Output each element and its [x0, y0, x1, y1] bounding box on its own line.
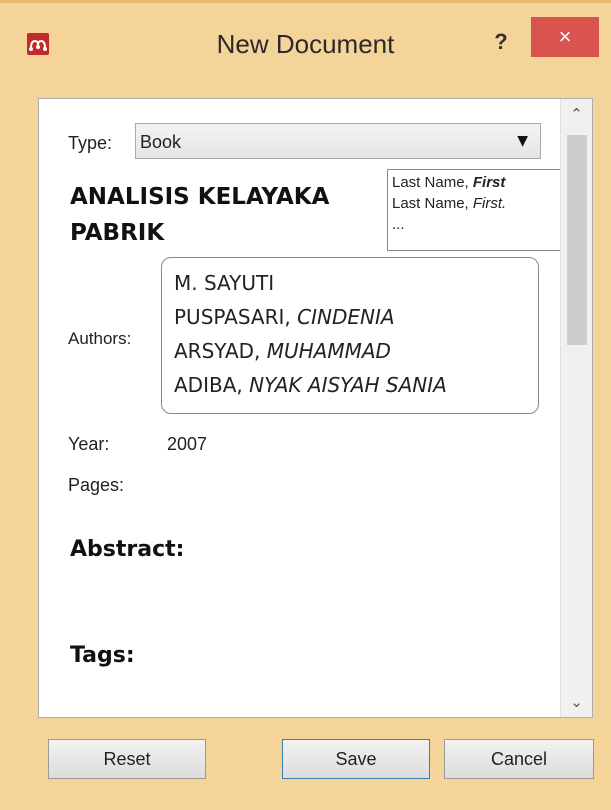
- cancel-button[interactable]: Cancel: [444, 739, 594, 779]
- help-button[interactable]: ?: [486, 27, 516, 57]
- year-field[interactable]: 2007: [167, 434, 207, 455]
- window-title: New Document: [216, 29, 395, 59]
- author-format-tooltip: Last Name, First Last Name, First. ...: [387, 169, 567, 251]
- reset-button[interactable]: Reset: [48, 739, 206, 779]
- author-first-name: NYAK AISYAH SANIA: [249, 373, 447, 397]
- vertical-scrollbar[interactable]: ⌃ ⌄: [560, 99, 592, 717]
- details-content: Type: Book ▼ ANALISIS KELAYAKA PABRIK La…: [39, 99, 567, 717]
- author-first-name: MUHAMMAD: [266, 339, 391, 363]
- dialog-window: New Document ? × Type: Book ▼ ANALISIS K…: [0, 0, 611, 810]
- authors-label: Authors:: [68, 329, 132, 348]
- title-bar[interactable]: New Document ? ×: [0, 3, 611, 75]
- author-last-name: M. SAYUTI: [174, 271, 275, 295]
- author-entry: PUSPASARI, CINDENIA: [174, 300, 538, 334]
- tooltip-line-3: ...: [392, 216, 405, 233]
- scrollbar-thumb[interactable]: [567, 135, 587, 345]
- chevron-down-icon[interactable]: ⌄: [561, 689, 592, 715]
- author-entry: ARSYAD, MUHAMMAD: [174, 334, 538, 368]
- save-button[interactable]: Save: [282, 739, 430, 779]
- pages-label: Pages:: [68, 475, 125, 495]
- type-dropdown[interactable]: Book ▼: [135, 123, 541, 159]
- type-dropdown-value: Book: [140, 132, 182, 152]
- tooltip-last-name: Last Name,: [392, 174, 469, 191]
- author-entry: ADIBA, NYAK AISYAH SANIA: [174, 368, 538, 402]
- chevron-up-icon[interactable]: ⌃: [561, 101, 592, 127]
- abstract-label: Abstract:: [70, 537, 185, 562]
- tooltip-line-2: Last Name, First.: [392, 193, 566, 214]
- document-details-panel: Type: Book ▼ ANALISIS KELAYAKA PABRIK La…: [38, 98, 593, 718]
- author-first-name: CINDENIA: [297, 305, 395, 329]
- tooltip-line-1: Last Name, First: [392, 172, 566, 193]
- author-last-name: ARSYAD,: [174, 339, 261, 363]
- type-label: Type:: [68, 133, 113, 153]
- tooltip-last-name: Last Name,: [392, 195, 469, 212]
- tooltip-first-name: First.: [472, 195, 507, 212]
- author-last-name: PUSPASARI,: [174, 305, 291, 329]
- author-entry: M. SAYUTI: [174, 266, 538, 300]
- author-last-name: ADIBA,: [174, 373, 243, 397]
- close-button[interactable]: ×: [531, 17, 599, 57]
- tags-label: Tags:: [70, 643, 135, 668]
- authors-field[interactable]: M. SAYUTI PUSPASARI, CINDENIA ARSYAD, MU…: [161, 257, 539, 414]
- tooltip-first-name: First: [472, 174, 506, 191]
- year-label: Year:: [68, 434, 110, 454]
- dropdown-arrow-icon: ▼: [517, 133, 528, 149]
